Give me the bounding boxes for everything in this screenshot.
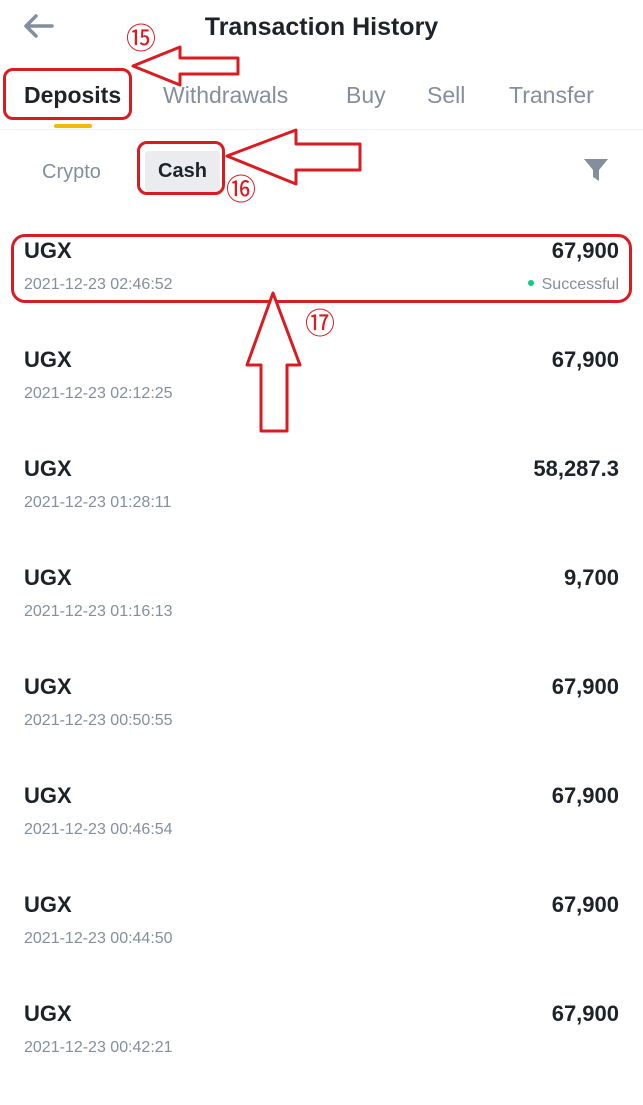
tabs-divider <box>0 129 643 130</box>
currency-label: UGX <box>24 674 72 699</box>
filter-funnel-icon <box>584 159 608 181</box>
subtab-bar: Crypto Cash <box>0 140 643 200</box>
filter-button[interactable] <box>583 157 609 183</box>
transaction-amount: 67,900 <box>551 347 619 372</box>
transaction-time: 2021-12-23 02:12:25 <box>24 385 173 402</box>
transaction-row[interactable]: UGX 2021-12-23 00:50:55 67,900 <box>0 666 643 746</box>
transaction-row[interactable]: UGX 2021-12-23 02:46:52 67,900 Successfu… <box>0 230 643 310</box>
transaction-amount: 58,287.3 <box>533 456 619 481</box>
success-dot-icon <box>527 279 534 286</box>
currency-label: UGX <box>24 783 72 808</box>
transaction-time: 2021-12-23 02:46:52 <box>24 276 173 293</box>
tab-transfer[interactable]: Transfer <box>509 82 594 109</box>
transaction-time: 2021-12-23 01:16:13 <box>24 603 173 620</box>
currency-label: UGX <box>24 456 72 481</box>
transaction-amount: 9,700 <box>563 565 619 590</box>
transaction-amount: 67,900 <box>551 892 619 917</box>
tab-buy[interactable]: Buy <box>346 82 386 109</box>
transaction-time: 2021-12-23 00:44:50 <box>24 930 173 947</box>
transaction-amount: 67,900 <box>551 783 619 808</box>
transaction-amount: 67,900 <box>551 1001 619 1026</box>
currency-label: UGX <box>24 347 72 372</box>
currency-label: UGX <box>24 1001 72 1026</box>
transaction-row[interactable]: UGX 2021-12-23 01:28:11 58,287.3 <box>0 448 643 528</box>
header: Transaction History <box>0 0 643 60</box>
status-badge: Successful <box>527 276 619 294</box>
active-tab-indicator <box>54 124 92 128</box>
transaction-row[interactable]: UGX 2021-12-23 00:46:54 67,900 <box>0 775 643 855</box>
tab-withdrawals[interactable]: Withdrawals <box>163 82 288 109</box>
transaction-row[interactable]: UGX 2021-12-23 00:44:50 67,900 <box>0 884 643 964</box>
transaction-amount: 67,900 <box>551 238 619 263</box>
transaction-row[interactable]: UGX 2021-12-23 00:42:21 67,900 <box>0 993 643 1073</box>
transaction-row[interactable]: UGX 2021-12-23 01:16:13 9,700 <box>0 557 643 637</box>
tab-sell[interactable]: Sell <box>427 82 465 109</box>
transaction-time: 2021-12-23 01:28:11 <box>24 494 172 511</box>
page-title: Transaction History <box>204 13 439 41</box>
subtab-crypto[interactable]: Crypto <box>42 161 101 184</box>
step-17-label: ⑰ <box>305 307 335 342</box>
currency-label: UGX <box>24 238 72 263</box>
transaction-time: 2021-12-23 00:42:21 <box>24 1039 173 1056</box>
currency-label: UGX <box>24 565 72 590</box>
tab-deposits[interactable]: Deposits <box>24 82 121 109</box>
tab-bar: Deposits Withdrawals Buy Sell Transfer <box>0 70 643 130</box>
status-text: Successful <box>541 276 619 293</box>
transaction-amount: 67,900 <box>551 674 619 699</box>
transaction-time: 2021-12-23 00:50:55 <box>24 712 173 729</box>
subtab-cash[interactable]: Cash <box>145 151 220 192</box>
currency-label: UGX <box>24 892 72 917</box>
transaction-time: 2021-12-23 00:46:54 <box>24 821 173 838</box>
transaction-row[interactable]: UGX 2021-12-23 02:12:25 67,900 <box>0 339 643 419</box>
